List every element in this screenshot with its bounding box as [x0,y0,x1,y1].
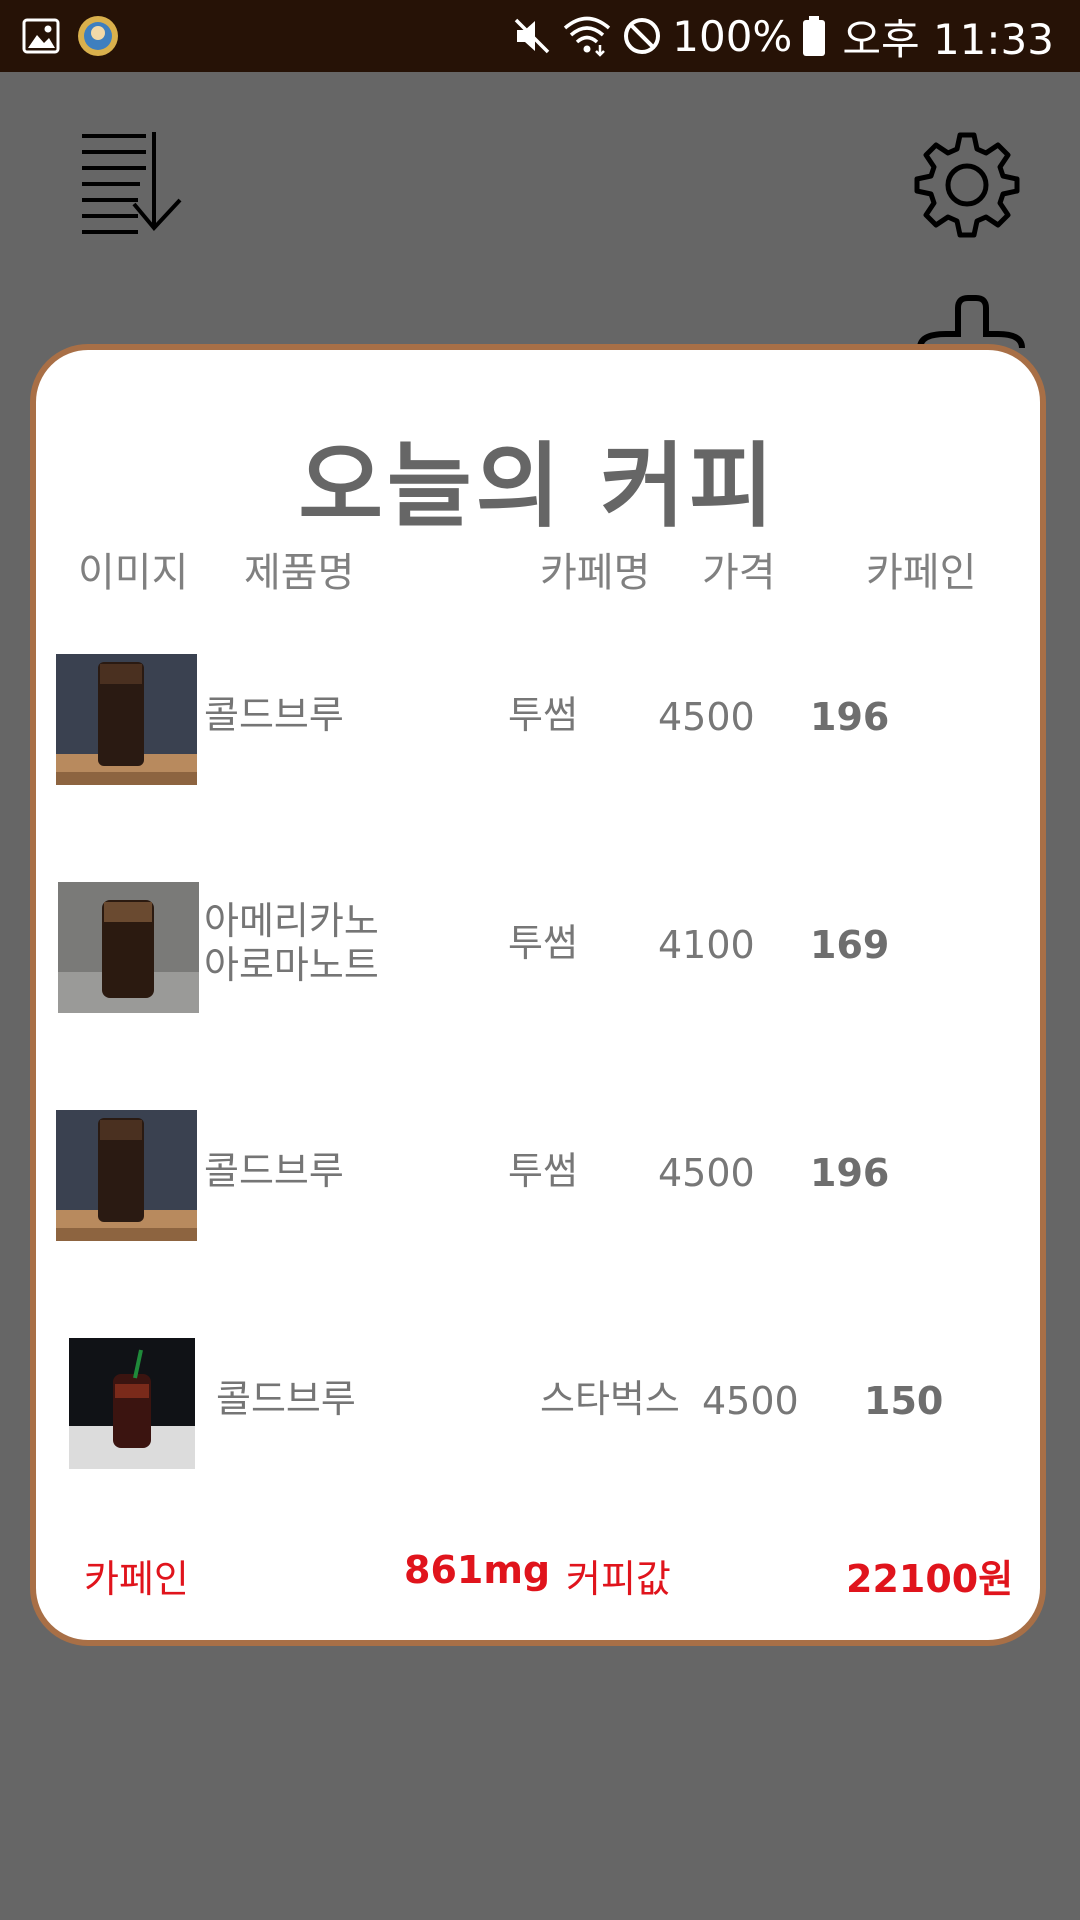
app-bar [0,72,1080,349]
dialog-title: 오늘의 커피 [298,433,778,540]
status-bar: 100% 오후 11:33 [0,0,1080,72]
status-time: 오후 11:33 [842,14,1054,64]
caffeine: 196 [810,1151,890,1195]
avatar-icon [78,16,118,56]
caffeine: 196 [810,695,890,739]
caffeine: 169 [810,923,890,967]
total-caffeine-value: 861mg [404,1548,551,1592]
price: 4500 [702,1379,799,1423]
col-header-image: 이미지 [78,550,189,596]
product-image [69,1338,195,1469]
price: 4100 [658,923,755,967]
product-name-line1: 아메리카노 [204,899,379,943]
product-name: 아메리카노 아로마노트 [204,899,379,987]
total-price-value: 22100원 [846,1557,1014,1601]
today-coffee-dialog: 오늘의 커피 이미지 제품명 카페명 가격 카페인 콜드브루 투썸 4500 1… [30,344,1046,1646]
mute-icon [515,18,550,54]
product-name-line2: 아로마노트 [204,942,379,987]
price: 4500 [658,695,755,739]
sort-list-icon[interactable] [80,130,184,234]
product-image [58,882,199,1013]
battery-icon [803,16,826,56]
product-name: 콜드브루 [216,1377,356,1421]
col-header-caffeine: 카페인 [866,550,977,596]
wifi-icon [564,16,611,57]
blocked-icon [624,18,661,54]
price: 4500 [658,1151,755,1195]
status-left [22,14,120,58]
total-caffeine-label: 카페인 [84,1557,189,1601]
status-right: 100% 오후 11:33 [512,10,1054,64]
product-image [56,654,197,785]
list-item[interactable]: 아메리카노 아로마노트 투썸 4100 169 [36,882,1040,1032]
product-name: 콜드브루 [204,693,344,737]
col-header-price: 가격 [702,550,776,596]
product-image [56,1110,197,1241]
gallery-icon [22,18,60,54]
settings-icon[interactable] [912,130,1022,240]
product-name: 콜드브루 [204,1149,344,1193]
col-header-cafe: 카페명 [540,550,651,596]
cafe-name: 스타벅스 [540,1377,680,1421]
list-item[interactable]: 콜드브루 투썸 4500 196 [36,654,1040,804]
caffeine: 150 [864,1379,944,1423]
cafe-name: 투썸 [508,693,578,737]
total-price-label: 커피값 [566,1557,671,1601]
list-item[interactable]: 콜드브루 투썸 4500 196 [36,1110,1040,1260]
cafe-name: 투썸 [508,1149,578,1193]
col-header-product: 제품명 [244,550,355,596]
list-item[interactable]: 콜드브루 스타벅스 4500 150 [36,1338,1040,1488]
battery-percent: 100% [672,11,793,61]
cafe-name: 투썸 [508,921,578,965]
